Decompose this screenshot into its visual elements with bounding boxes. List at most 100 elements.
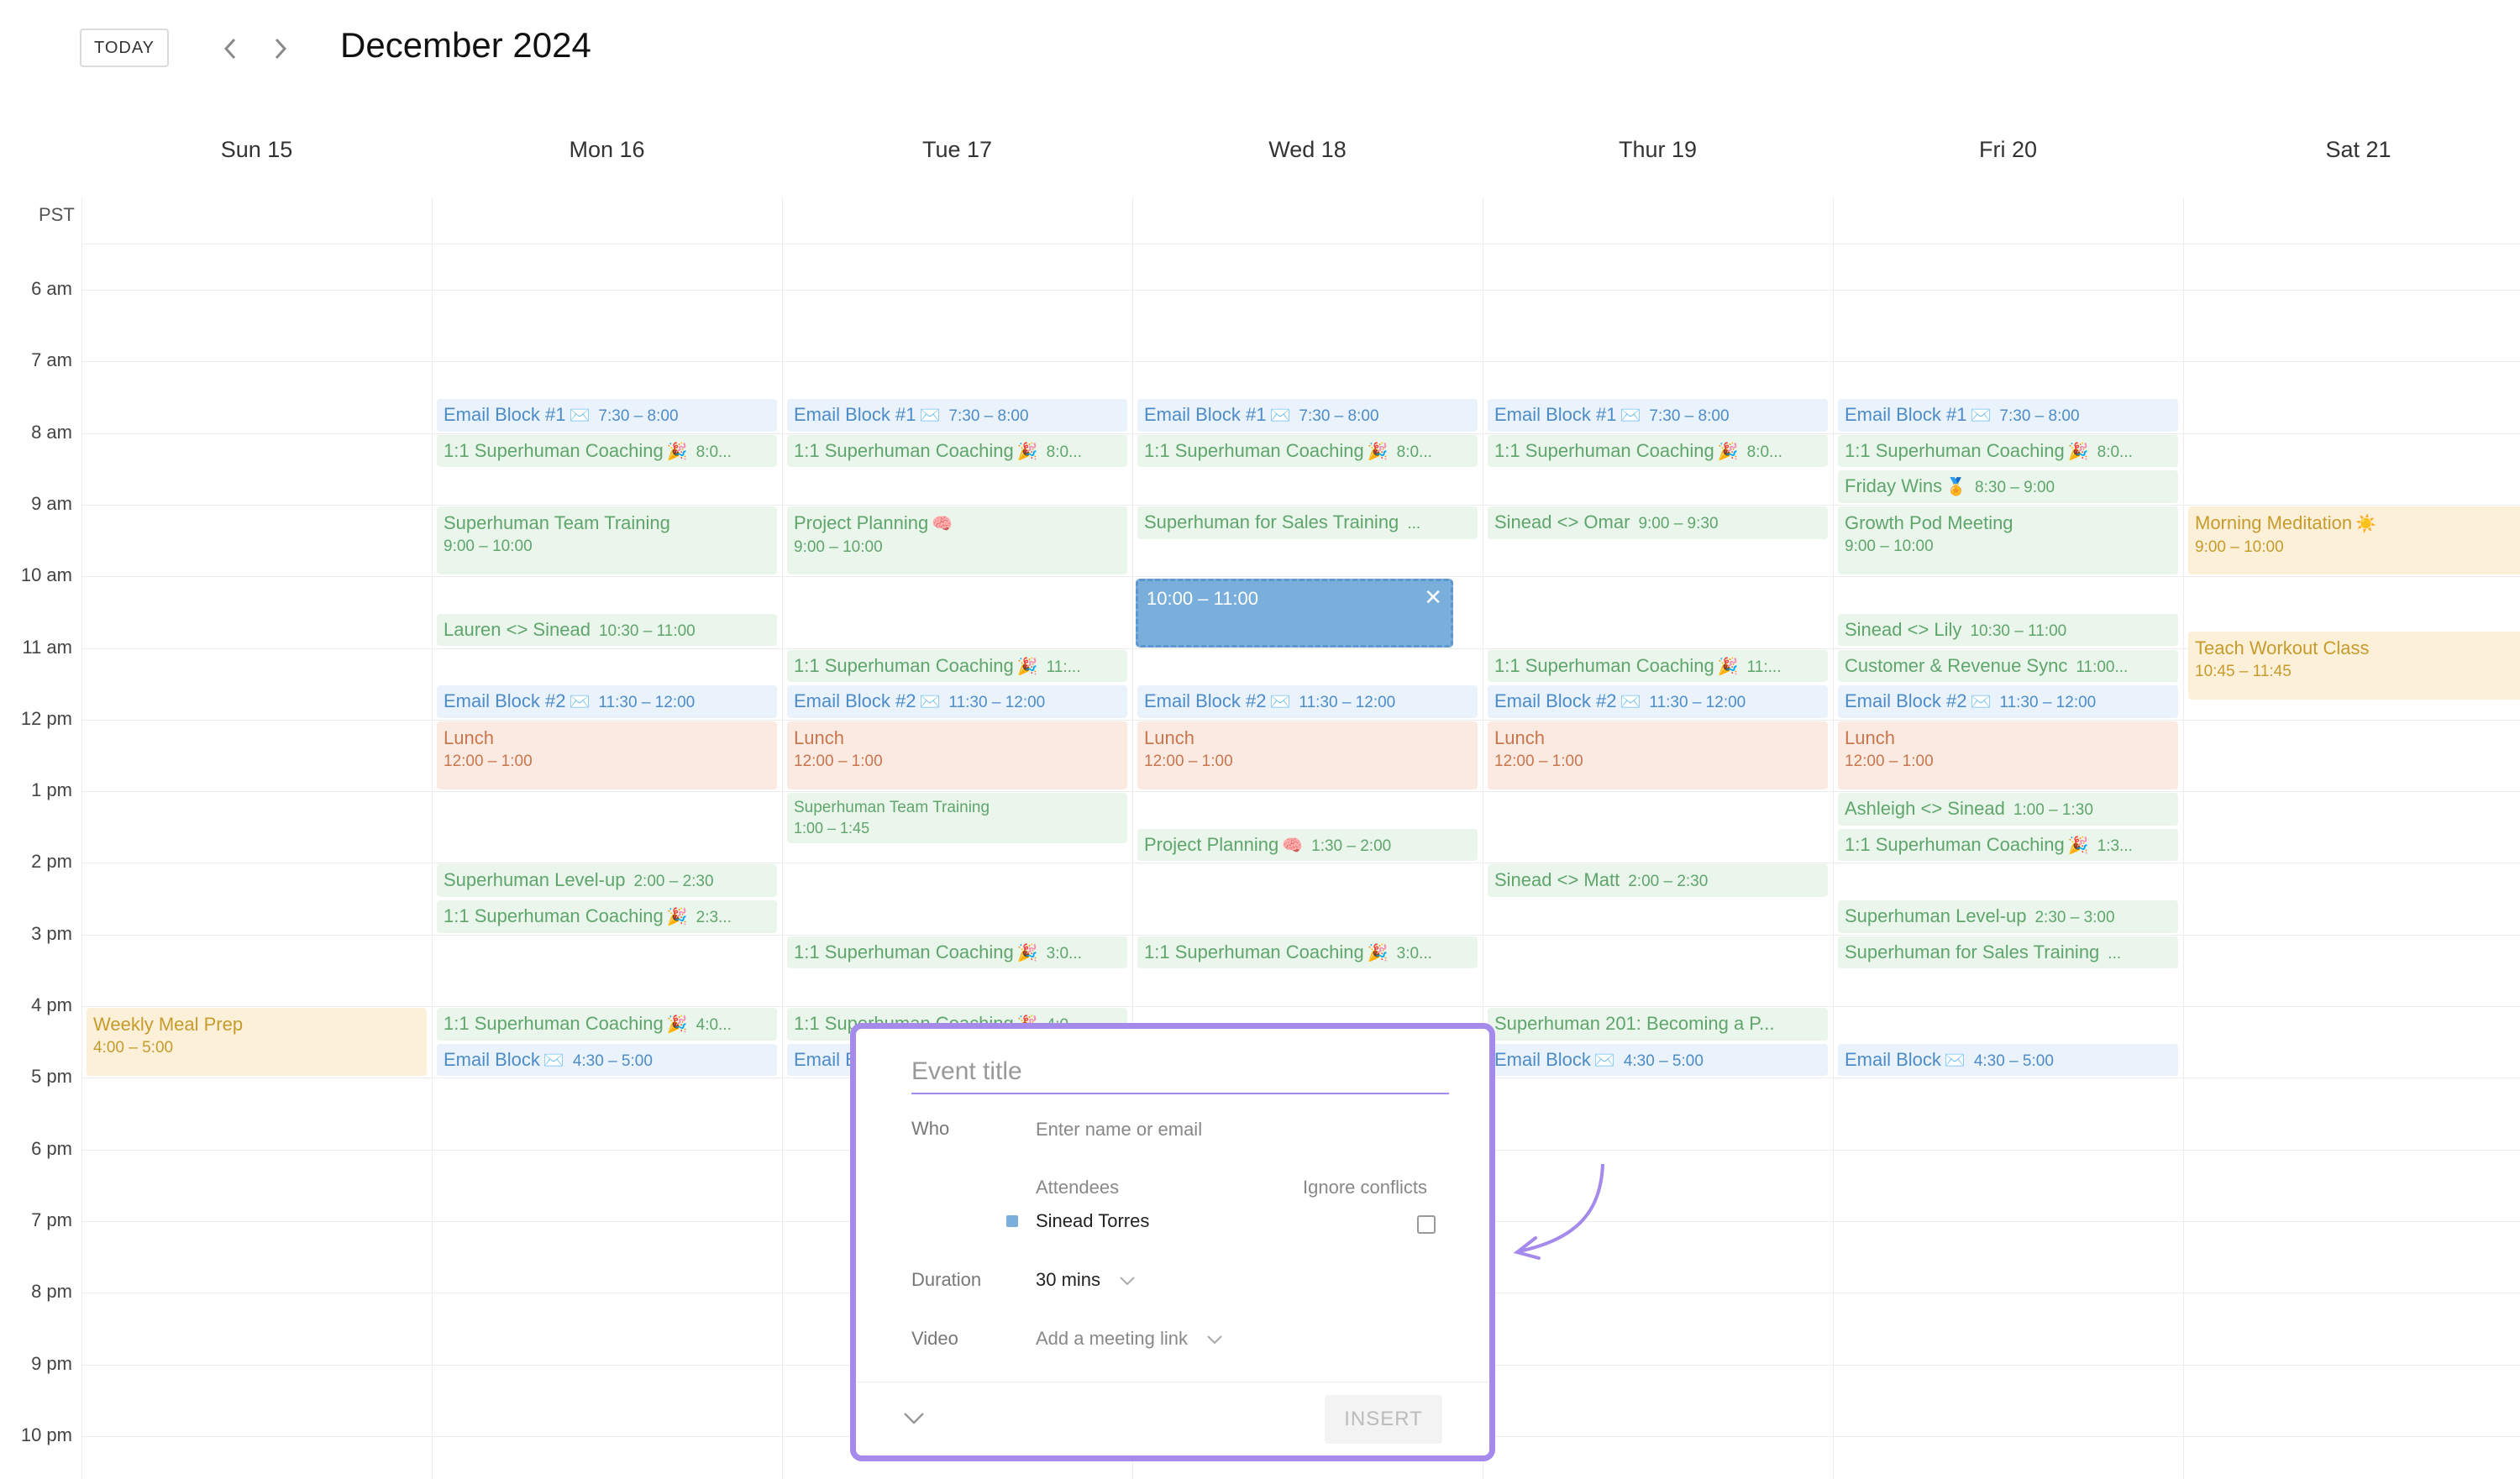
chevron-right-icon[interactable] xyxy=(264,30,297,67)
calendar-event[interactable]: Superhuman for Sales Training... xyxy=(1838,936,2178,969)
event-title: Superhuman Level-up xyxy=(444,869,626,891)
hour-label: 3 pm xyxy=(31,922,72,944)
event-title: Email Block #1 xyxy=(444,403,566,425)
calendar-event[interactable]: Email Block #2 ✉️ 11:30 – 12:00 xyxy=(437,685,777,718)
calendar-event[interactable]: Superhuman Team Training 1:00 – 1:45 xyxy=(787,793,1127,844)
event-title: Superhuman 201: Becoming a P... xyxy=(1494,1013,1775,1034)
calendar-event[interactable]: Lunch 12:00 – 1:00 xyxy=(1137,721,1478,790)
day-header[interactable]: Sun 15 xyxy=(81,137,432,163)
event-time: ... xyxy=(1407,514,1421,532)
calendar-event[interactable]: Lunch 12:00 – 1:00 xyxy=(437,721,777,790)
calendar-event[interactable]: Customer & Revenue Sync 11:00... xyxy=(1838,649,2178,683)
event-title: Lunch xyxy=(1144,726,1194,748)
event-title-input[interactable] xyxy=(911,1051,1449,1094)
calendar-event[interactable]: Email Block #2 ✉️ 11:30 – 12:00 xyxy=(1488,685,1828,718)
calendar-event[interactable]: 1:1 Superhuman Coaching 🎉 3:0... xyxy=(1137,936,1478,969)
calendar-event[interactable]: 1:1 Superhuman Coaching 🎉 8:0... xyxy=(1488,434,1828,468)
calendar-event[interactable]: 1:1 Superhuman Coaching🎉 4:0... xyxy=(437,1008,777,1041)
calendar-event[interactable]: Growth Pod Meeting 9:00 – 10:00 xyxy=(1838,506,2178,575)
event-emoji-icon: ✉️ xyxy=(919,693,941,712)
calendar-event[interactable]: Sinead <> Matt 2:00 – 2:30 xyxy=(1488,864,1828,898)
calendar-event[interactable]: Superhuman Level-up 2:00 – 2:30 xyxy=(437,864,777,898)
calendar-event[interactable]: Superhuman Level-up 2:30 – 3:00 xyxy=(1838,900,2178,933)
calendar-event[interactable]: Superhuman 201: Becoming a P... xyxy=(1488,1008,1828,1041)
day-header[interactable]: Wed 18 xyxy=(1132,137,1483,163)
today-button[interactable]: TODAY xyxy=(80,29,169,67)
calendar-event[interactable]: 1:1 Superhuman Coaching 🎉 8:0... xyxy=(437,434,777,468)
event-emoji-icon: 🎉 xyxy=(1367,442,1389,461)
calendar-event[interactable]: Sinead <> Lily 10:30 – 11:00 xyxy=(1838,613,2178,647)
day-header[interactable]: Thur 19 xyxy=(1483,137,1833,163)
calendar-event[interactable]: 1:1 Superhuman Coaching 🎉 3:0... xyxy=(787,936,1127,969)
day-header[interactable]: Mon 16 xyxy=(432,137,782,163)
calendar-event[interactable]: Project Planning 🧠 9:00 – 10:00 xyxy=(787,506,1127,575)
selected-time-slot[interactable]: 10:00 – 11:00 ✕ xyxy=(1136,579,1453,648)
event-time: 4:0... xyxy=(696,1016,732,1034)
close-icon[interactable]: ✕ xyxy=(1424,585,1442,611)
video-label: Video xyxy=(911,1328,958,1349)
calendar-event[interactable]: Email Block #1 ✉️ 7:30 – 8:00 xyxy=(1137,398,1478,432)
expand-chevron-icon[interactable] xyxy=(900,1408,928,1429)
event-emoji-icon: ✉️ xyxy=(543,1051,564,1070)
calendar-event[interactable]: Email Block #1 ✉️ 7:30 – 8:00 xyxy=(437,398,777,432)
calendar-event[interactable]: Email Block✉️ 4:30 – 5:00 xyxy=(1488,1043,1828,1077)
event-time: 11:30 – 12:00 xyxy=(948,694,1046,712)
calendar-event[interactable]: Email Block #2 ✉️ 11:30 – 12:00 xyxy=(787,685,1127,718)
ignore-conflicts-checkbox[interactable] xyxy=(1417,1215,1436,1234)
calendar-event[interactable]: Project Planning 🧠 1:30 – 2:00 xyxy=(1137,828,1478,862)
calendar-event[interactable]: Superhuman Team Training 9:00 – 10:00 xyxy=(437,506,777,575)
event-time: 8:0... xyxy=(1746,443,1782,461)
event-emoji-icon: 🧠 xyxy=(1282,836,1304,855)
hour-label: 1 pm xyxy=(31,779,72,801)
calendar-event[interactable]: 1:1 Superhuman Coaching 🎉 11:... xyxy=(787,649,1127,683)
calendar-event[interactable]: Lunch 12:00 – 1:00 xyxy=(787,721,1127,790)
calendar-event[interactable]: Lunch 12:00 – 1:00 xyxy=(1838,721,2178,790)
event-title: Email Block #2 xyxy=(1494,690,1617,712)
calendar-event[interactable]: Weekly Meal Prep 4:00 – 5:00 xyxy=(87,1008,427,1077)
hour-label: 6 am xyxy=(31,278,72,299)
calendar-event[interactable]: Sinead <> Omar 9:00 – 9:30 xyxy=(1488,506,1828,539)
event-title: Email Block #1 xyxy=(1494,403,1617,425)
event-title: Morning Meditation xyxy=(2195,511,2353,533)
calendar-event[interactable]: 1:1 Superhuman Coaching 🎉 8:0... xyxy=(787,434,1127,468)
attendees-label: Attendees xyxy=(1036,1177,1120,1198)
chevron-left-icon[interactable] xyxy=(213,30,247,67)
calendar-event[interactable]: 1:1 Superhuman Coaching 🎉 8:0... xyxy=(1137,434,1478,468)
event-time: 1:3... xyxy=(2097,837,2133,855)
event-title: Friday Wins xyxy=(1845,475,1943,497)
calendar-event[interactable]: Email Block #1 ✉️ 7:30 – 8:00 xyxy=(1488,398,1828,432)
event-title: Email Block #2 xyxy=(1845,690,1967,712)
calendar-event[interactable]: 1:1 Superhuman Coaching 🎉 11:... xyxy=(1488,649,1828,683)
calendar-event[interactable]: 1:1 Superhuman Coaching 🎉 1:3... xyxy=(1838,828,2178,862)
duration-select[interactable]: 30 mins xyxy=(1036,1269,1136,1291)
who-input[interactable] xyxy=(1036,1113,1372,1146)
event-time: ... xyxy=(2108,944,2122,962)
event-title: Email Block #2 xyxy=(444,690,566,712)
event-time: 9:00 – 10:00 xyxy=(1845,537,1934,555)
calendar-event[interactable]: 1:1 Superhuman Coaching 🎉 2:3... xyxy=(437,900,777,933)
calendar-event[interactable]: Superhuman for Sales Training... xyxy=(1137,506,1478,539)
insert-button[interactable]: INSERT xyxy=(1325,1395,1442,1444)
calendar-event[interactable]: Email Block #1 ✉️ 7:30 – 8:00 xyxy=(787,398,1127,432)
calendar-event[interactable]: Lunch 12:00 – 1:00 xyxy=(1488,721,1828,790)
video-select[interactable]: Add a meeting link xyxy=(1036,1328,1223,1350)
calendar-event[interactable]: Friday Wins 🏅 8:30 – 9:00 xyxy=(1838,470,2178,503)
calendar-event[interactable]: Email Block #2 ✉️ 11:30 – 12:00 xyxy=(1838,685,2178,718)
calendar-event[interactable]: Teach Workout Class 10:45 – 11:45 xyxy=(2188,632,2520,700)
event-emoji-icon: ✉️ xyxy=(569,406,591,425)
day-header[interactable]: Sat 21 xyxy=(2183,137,2520,163)
calendar-event[interactable]: Ashleigh <> Sinead 1:00 – 1:30 xyxy=(1838,793,2178,826)
day-header[interactable]: Tue 17 xyxy=(782,137,1132,163)
calendar-event[interactable]: Morning Meditation ☀️ 9:00 – 10:00 xyxy=(2188,506,2520,575)
calendar-event[interactable]: Email Block✉️ 4:30 – 5:00 xyxy=(1838,1043,2178,1077)
calendar-event[interactable]: 1:1 Superhuman Coaching 🎉 8:0... xyxy=(1838,434,2178,468)
chevron-down-icon xyxy=(1207,1335,1222,1345)
event-time: 11:... xyxy=(1746,658,1782,676)
timezone-label: PST xyxy=(39,204,75,225)
event-title: Teach Workout Class xyxy=(2195,637,2370,659)
calendar-event[interactable]: Email Block #1 ✉️ 7:30 – 8:00 xyxy=(1838,398,2178,432)
day-header[interactable]: Fri 20 xyxy=(1833,137,2183,163)
calendar-event[interactable]: Email Block #2 ✉️ 11:30 – 12:00 xyxy=(1137,685,1478,718)
calendar-event[interactable]: Email Block✉️ 4:30 – 5:00 xyxy=(437,1043,777,1077)
calendar-event[interactable]: Lauren <> Sinead 10:30 – 11:00 xyxy=(437,613,777,647)
